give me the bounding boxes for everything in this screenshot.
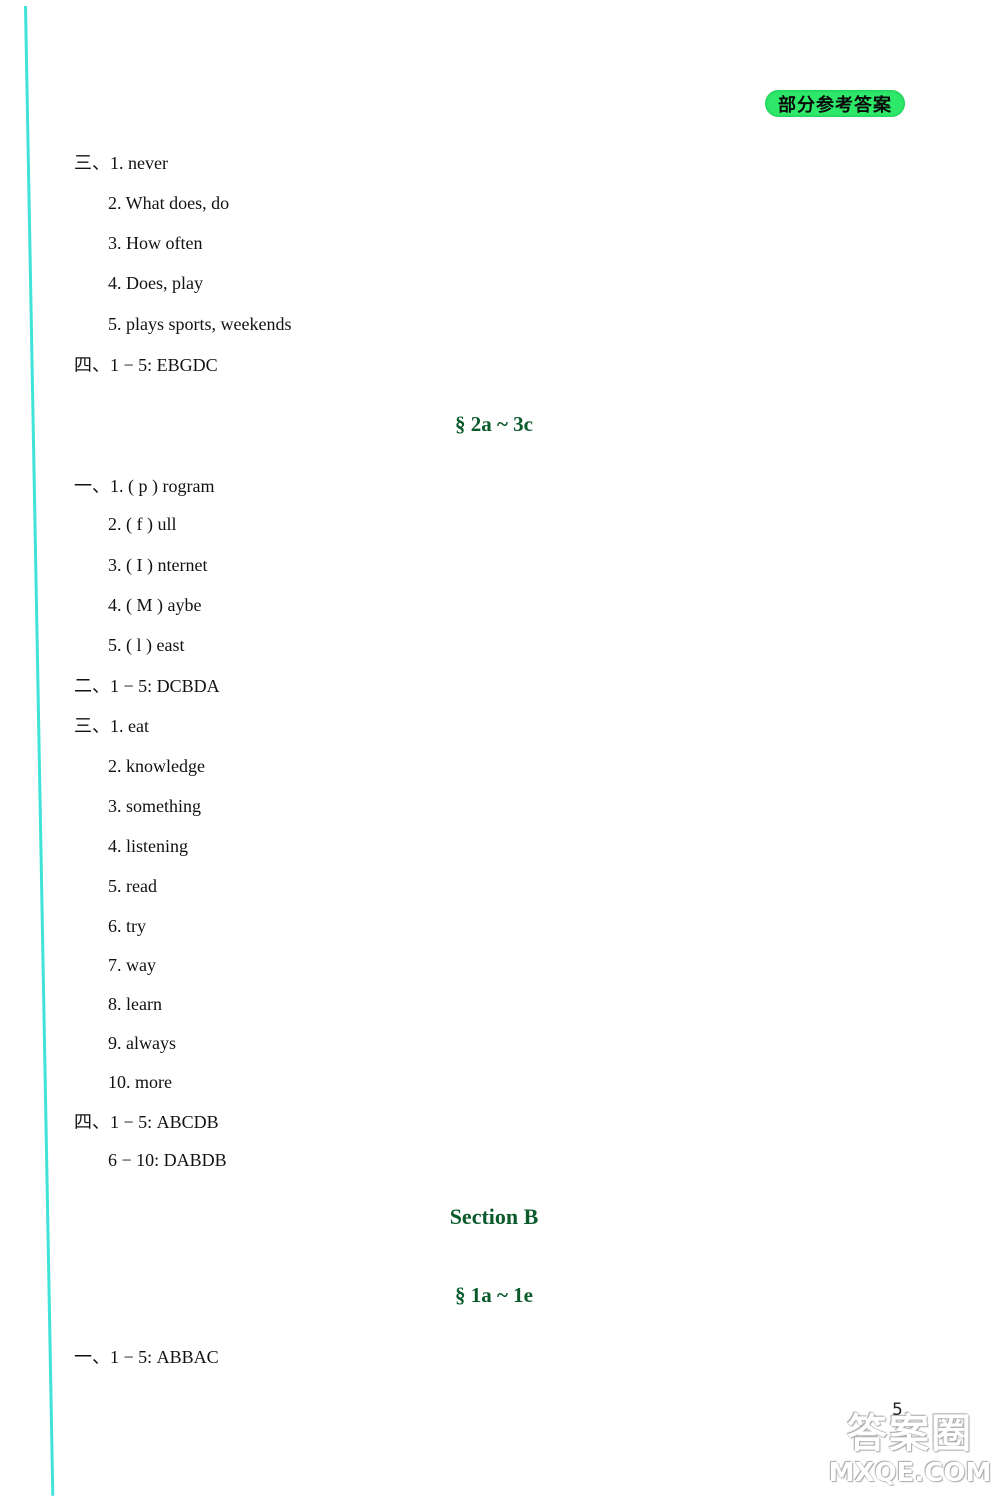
- answer-line: 二、1 − 5: DCBDA: [74, 676, 220, 696]
- page-number: 5: [892, 1400, 903, 1420]
- answer-line: 3. ( I ) nternet: [108, 555, 208, 575]
- answer-line: 三、1. eat: [74, 716, 149, 736]
- answer-line: 2. ( f ) ull: [108, 514, 177, 534]
- margin-line: [24, 5, 55, 1496]
- answer-line: 7. way: [108, 955, 156, 975]
- answer-line: 5. plays sports, weekends: [108, 314, 292, 334]
- answer-line: 2. knowledge: [108, 756, 205, 776]
- answer-line: 6 − 10: DABDB: [108, 1150, 227, 1170]
- answer-line: 3. something: [108, 796, 201, 816]
- answer-line: 5. read: [108, 876, 157, 896]
- answer-line: 三、1. never: [74, 153, 168, 173]
- answer-line: 2. What does, do: [108, 193, 230, 213]
- answer-line: 3. How often: [108, 233, 203, 253]
- answer-line: 一、1. ( p ) rogram: [74, 476, 215, 496]
- section-heading-1a-1e: § 1a ~ 1e: [455, 1283, 533, 1307]
- answer-line: 6. try: [108, 916, 146, 936]
- answer-line: 4. listening: [108, 836, 188, 856]
- answer-line: 四、1 − 5: ABCDB: [74, 1112, 219, 1132]
- answer-line: 四、1 − 5: EBGDC: [74, 355, 218, 375]
- section-heading-2a-3c: § 2a ~ 3c: [455, 412, 533, 436]
- answer-line: 10. more: [108, 1072, 172, 1092]
- answer-line: 9. always: [108, 1033, 176, 1053]
- watermark: 答案圈 MXQE.COM: [825, 1410, 995, 1488]
- answer-line: 5. ( l ) east: [108, 635, 185, 655]
- answer-line: 4. Does, play: [108, 273, 203, 293]
- watermark-url: MXQE.COM: [828, 1458, 992, 1488]
- answer-line: 4. ( M ) aybe: [108, 595, 202, 615]
- answer-line: 8. learn: [108, 994, 162, 1014]
- reference-answers-badge: 部分参考答案: [765, 90, 905, 117]
- watermark-logo-text: 答案圈: [847, 1411, 973, 1457]
- answer-line: 一、1 − 5: ABBAC: [74, 1347, 219, 1367]
- section-heading-section-b: Section B: [449, 1204, 539, 1229]
